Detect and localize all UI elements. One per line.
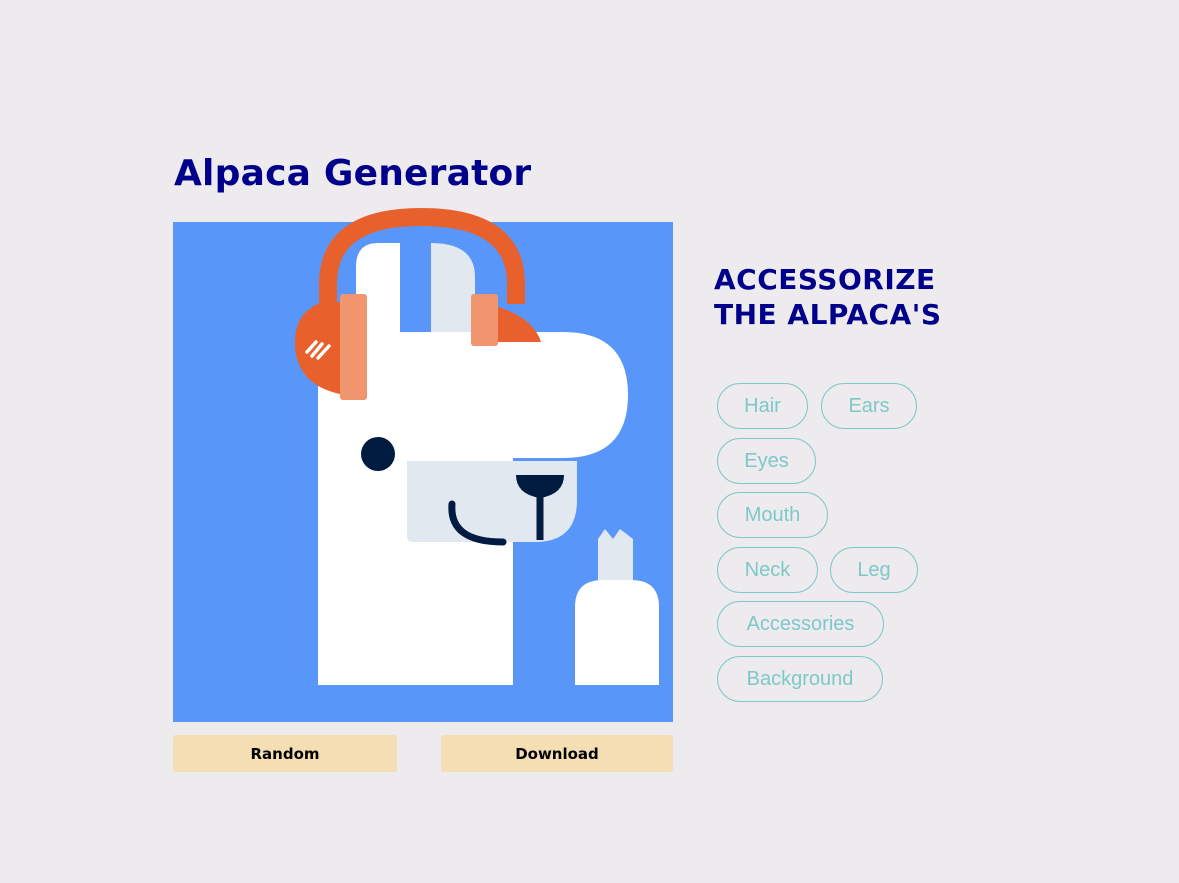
headphones-right-pad — [471, 294, 498, 346]
alpaca-image — [173, 207, 673, 722]
headphones-left-pad — [340, 294, 367, 400]
option-ears-button[interactable]: Ears — [821, 383, 917, 429]
alpaca-generator-page: Alpaca Generator Random Download ACCESSO… — [0, 0, 1179, 883]
alpaca-muzzle — [407, 461, 577, 542]
alpaca-leg — [575, 580, 659, 685]
ear-right — [431, 243, 475, 332]
option-hair-button[interactable]: Hair — [717, 383, 808, 429]
alpaca-preview — [173, 207, 673, 722]
option-leg-button[interactable]: Leg — [830, 547, 918, 593]
option-mouth-button[interactable]: Mouth — [717, 492, 828, 538]
option-eyes-button[interactable]: Eyes — [717, 438, 816, 484]
download-button[interactable]: Download — [441, 735, 673, 772]
option-accessories-button[interactable]: Accessories — [717, 601, 884, 647]
option-background-button[interactable]: Background — [717, 656, 883, 702]
random-button[interactable]: Random — [173, 735, 397, 772]
customize-heading: ACCESSORIZE THE ALPACA'S — [714, 263, 942, 331]
option-neck-button[interactable]: Neck — [717, 547, 818, 593]
alpaca-eye — [361, 437, 395, 471]
page-title: Alpaca Generator — [174, 153, 532, 194]
